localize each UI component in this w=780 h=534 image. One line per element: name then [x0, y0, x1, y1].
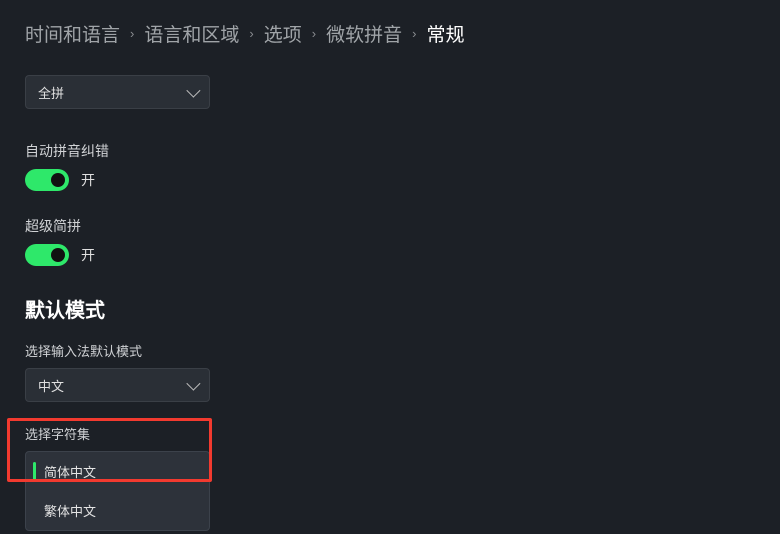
crumb-ms-pinyin[interactable]: 微软拼音: [326, 20, 402, 47]
super-jianpin-label: 超级简拼: [25, 216, 755, 236]
chevron-down-icon: [186, 377, 200, 391]
crumb-language-region[interactable]: 语言和区域: [144, 20, 239, 47]
auto-correct-state: 开: [81, 170, 95, 190]
auto-correct-label: 自动拼音纠错: [25, 141, 755, 161]
input-mode-label: 选择输入法默认模式: [25, 341, 755, 360]
crumb-time-language[interactable]: 时间和语言: [25, 20, 120, 47]
charset-option-simplified[interactable]: 简体中文: [26, 452, 209, 491]
option-label: 繁体中文: [44, 504, 96, 519]
crumb-current: 常规: [426, 20, 464, 47]
chevron-right-icon: ›: [312, 26, 316, 41]
input-mode-value: 中文: [38, 376, 64, 395]
crumb-options[interactable]: 选项: [264, 20, 302, 47]
charset-dropdown-open: 简体中文 繁体中文: [25, 451, 210, 531]
chevron-down-icon: [186, 84, 200, 98]
breadcrumb: 时间和语言 › 语言和区域 › 选项 › 微软拼音 › 常规: [25, 20, 755, 47]
super-jianpin-state: 开: [81, 245, 95, 265]
chevron-right-icon: ›: [412, 26, 416, 41]
charset-label: 选择字符集: [25, 424, 755, 443]
chevron-right-icon: ›: [249, 26, 253, 41]
auto-correct-toggle[interactable]: [25, 169, 69, 191]
chevron-right-icon: ›: [130, 26, 134, 41]
pinyin-type-value: 全拼: [38, 83, 64, 102]
super-jianpin-toggle[interactable]: [25, 244, 69, 266]
option-label: 简体中文: [44, 465, 96, 480]
default-mode-heading: 默认模式: [25, 294, 755, 323]
pinyin-type-dropdown[interactable]: 全拼: [25, 75, 210, 109]
input-mode-dropdown[interactable]: 中文: [25, 368, 210, 402]
charset-option-traditional[interactable]: 繁体中文: [26, 491, 209, 530]
